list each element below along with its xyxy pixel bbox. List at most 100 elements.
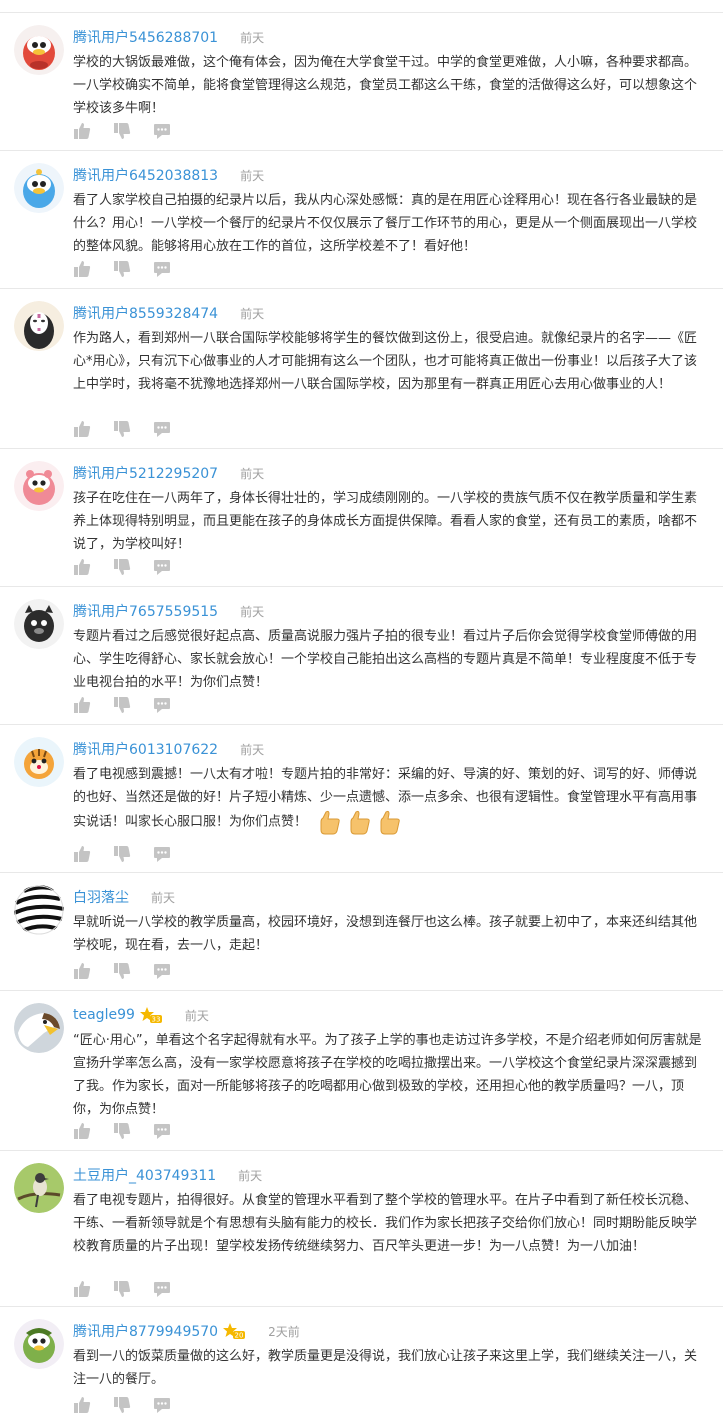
comment-header: 腾讯用户5212295207 前天 (73, 463, 264, 483)
comment-item: 腾讯用户6452038813 前天 看了人家学校自己拍摄的纪录片以后，我从内心深… (0, 150, 723, 288)
comment-text: 看到一八的饭菜质量做的这么好，教学质量更是没得说，我们放心让孩子来这里上学，我们… (73, 1349, 698, 1387)
user-avatar-faceless-figure[interactable] (14, 301, 64, 351)
username-link[interactable]: 腾讯用户7657559515 (73, 601, 218, 621)
user-avatar-pink-penguin[interactable] (14, 461, 64, 511)
thumbs-up-icon[interactable] (73, 845, 91, 863)
comment-header: 腾讯用户7657559515 前天 (73, 601, 264, 621)
thumbs-down-icon[interactable] (113, 122, 131, 140)
level-badge-number: 33 (151, 1016, 160, 1024)
comment-item: teagle99 33 前天 “匠心·用心”，单看这个名字起得就有水平。为了孩子… (0, 990, 723, 1150)
comment-time: 前天 (240, 306, 265, 321)
thumbs-up-icon[interactable] (73, 260, 91, 278)
comment-item: 腾讯用户5456288701 前天 学校的大锅饭最难做，这个俺有体会，因为俺在大… (0, 12, 723, 150)
comment-text: “匠心·用心”，单看这个名字起得就有水平。为了孩子上学的事也走访过许多学校，不是… (73, 1033, 702, 1117)
comment-item: 腾讯用户8779949570 20 2天前 看到一八的饭菜质量做的这么好，教学质… (0, 1306, 723, 1416)
thumbs-up-icon[interactable] (73, 1280, 91, 1298)
username-link[interactable]: 土豆用户_403749311 (73, 1165, 216, 1185)
thumbs-up-icon[interactable] (73, 558, 91, 576)
comment-actions (73, 845, 171, 863)
comment-icon[interactable] (153, 1280, 171, 1298)
comment-text: 专题片看过之后感觉很好起点高、质量高说服力强片子拍的很专业！看过片子后你会觉得学… (73, 629, 698, 690)
comment-header: 腾讯用户5456288701 前天 (73, 27, 264, 47)
comment-item: 腾讯用户5212295207 前天 孩子在吃住在一八两年了，身体长得壮壮的，学习… (0, 448, 723, 586)
comment-item: 腾讯用户7657559515 前天 专题片看过之后感觉很好起点高、质量高说服力强… (0, 586, 723, 724)
user-avatar-green-penguin[interactable] (14, 1319, 64, 1369)
username-link[interactable]: 腾讯用户6452038813 (73, 165, 218, 185)
comment-icon[interactable] (153, 122, 171, 140)
comment-icon[interactable] (153, 962, 171, 980)
comment-item: 腾讯用户6013107622 前天 看了电视感到震撼！一八太有才啦！专题片拍的非… (0, 724, 723, 872)
comment-text: 看了电视专题片，拍得很好。从食堂的管理水平看到了整个学校的管理水平。在片子中看到… (73, 1193, 698, 1254)
comment-time: 前天 (240, 604, 265, 619)
user-avatar-black-cat[interactable] (14, 599, 64, 649)
comment-time: 前天 (240, 466, 265, 481)
user-avatar-blue-penguin[interactable] (14, 163, 64, 213)
comment-text: 学校的大锅饭最难做，这个俺有体会，因为俺在大学食堂干过。中学的食堂更难做，人小嘛… (73, 55, 698, 116)
comment-actions (73, 1122, 171, 1140)
comment-header: 腾讯用户6013107622 前天 (73, 739, 264, 759)
comment-text: 早就听说一八学校的教学质量高，校园环境好，没想到连餐厅也这么棒。孩子就要上初中了… (73, 915, 698, 953)
thumbs-up-icon[interactable] (73, 420, 91, 438)
comment-actions (73, 260, 171, 278)
comment-time: 前天 (238, 1168, 263, 1183)
comment-actions (73, 696, 171, 714)
comment-icon[interactable] (153, 1396, 171, 1414)
thumbs-down-icon[interactable] (113, 962, 131, 980)
username-link[interactable]: 腾讯用户5212295207 (73, 463, 218, 483)
comment-actions (73, 1396, 171, 1414)
comment-time: 前天 (240, 742, 265, 757)
thumbs-down-icon[interactable] (113, 845, 131, 863)
thumbs-emoji-icon (347, 809, 371, 835)
user-avatar-bird-on-branch[interactable] (14, 1163, 64, 1213)
comment-header: teagle99 33 前天 (73, 1005, 209, 1025)
comment-text: 看了电视感到震撼！一八太有才啦！专题片拍的非常好：采编的好、导演的好、策划的好、… (73, 763, 707, 835)
comment-item: 土豆用户_403749311 前天 看了电视专题片，拍得很好。从食堂的管理水平看… (0, 1150, 723, 1306)
username-link[interactable]: 腾讯用户5456288701 (73, 27, 218, 47)
username-link[interactable]: 腾讯用户8559328474 (73, 303, 218, 323)
thumbs-up-icon[interactable] (73, 696, 91, 714)
level-badge-icon: 33 (139, 1006, 163, 1024)
thumbs-down-icon[interactable] (113, 696, 131, 714)
comment-time: 前天 (151, 890, 176, 905)
level-badge-icon: 20 (222, 1322, 246, 1340)
comment-icon[interactable] (153, 1122, 171, 1140)
username-link[interactable]: teagle99 (73, 1007, 135, 1023)
comment-time: 前天 (184, 1008, 209, 1023)
user-avatar-tiger[interactable] (14, 737, 64, 787)
thumbs-down-icon[interactable] (113, 420, 131, 438)
comment-header: 腾讯用户8559328474 前天 (73, 303, 264, 323)
comment-item: 白羽落尘 前天 早就听说一八学校的教学质量高，校园环境好，没想到连餐厅也这么棒。… (0, 872, 723, 990)
thumbs-emoji-icon (317, 809, 341, 835)
comment-header: 腾讯用户6452038813 前天 (73, 165, 264, 185)
comment-text: 看了人家学校自己拍摄的纪录片以后，我从内心深处感慨：真的是在用匠心诠释用心！现在… (73, 193, 698, 254)
thumbs-down-icon[interactable] (113, 1396, 131, 1414)
comment-icon[interactable] (153, 260, 171, 278)
thumbs-emoji-group (317, 809, 401, 835)
thumbs-up-icon[interactable] (73, 962, 91, 980)
thumbs-down-icon[interactable] (113, 1122, 131, 1140)
comment-icon[interactable] (153, 696, 171, 714)
user-avatar-red-penguin[interactable] (14, 25, 64, 75)
thumbs-down-icon[interactable] (113, 558, 131, 576)
comment-actions (73, 962, 171, 980)
thumbs-down-icon[interactable] (113, 1280, 131, 1298)
comment-item: 腾讯用户8559328474 前天 作为路人，看到郑州一八联合国际学校能够将学生… (0, 288, 723, 448)
username-link[interactable]: 腾讯用户8779949570 (73, 1321, 218, 1341)
user-avatar-zebra[interactable] (14, 885, 64, 935)
username-link[interactable]: 白羽落尘 (73, 887, 129, 907)
thumbs-up-icon[interactable] (73, 122, 91, 140)
comment-icon[interactable] (153, 845, 171, 863)
comment-text: 孩子在吃住在一八两年了，身体长得壮壮的，学习成绩刚刚的。一八学校的贵族气质不仅在… (73, 491, 698, 552)
thumbs-up-icon[interactable] (73, 1122, 91, 1140)
user-avatar-eagle[interactable] (14, 1003, 64, 1053)
comment-icon[interactable] (153, 420, 171, 438)
thumbs-down-icon[interactable] (113, 260, 131, 278)
username-link[interactable]: 腾讯用户6013107622 (73, 739, 218, 759)
thumbs-up-icon[interactable] (73, 1396, 91, 1414)
comment-header: 腾讯用户8779949570 20 2天前 (73, 1321, 300, 1341)
comment-icon[interactable] (153, 558, 171, 576)
comment-time: 2天前 (268, 1324, 300, 1339)
comment-text: 作为路人，看到郑州一八联合国际学校能够将学生的餐饮做到这份上，很受启迪。就像纪录… (73, 331, 698, 392)
thumbs-emoji-icon (377, 809, 401, 835)
comment-time: 前天 (240, 168, 265, 183)
